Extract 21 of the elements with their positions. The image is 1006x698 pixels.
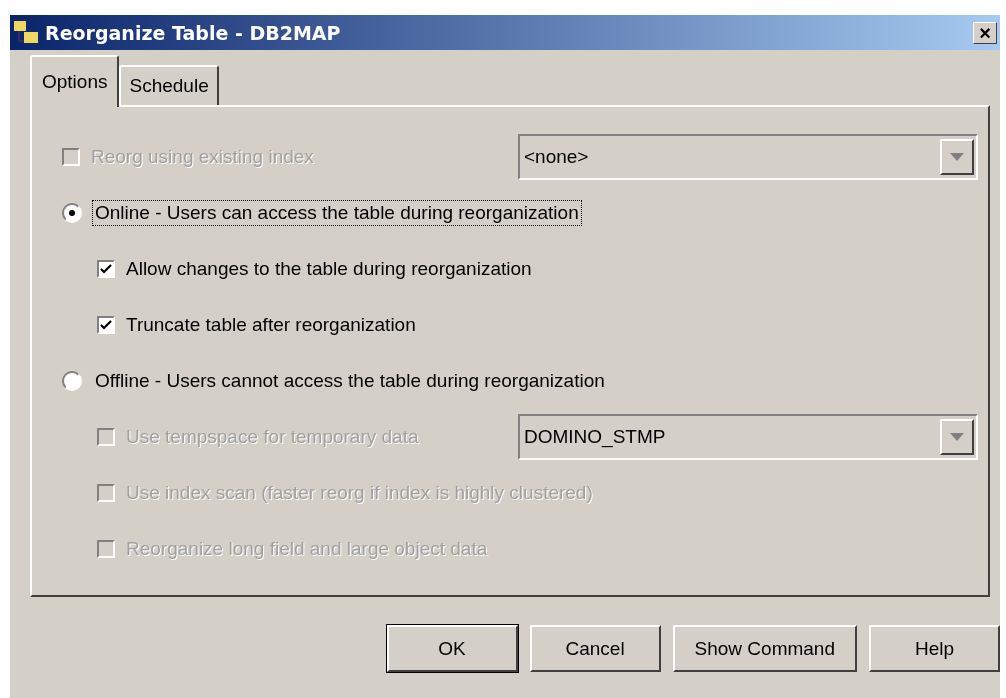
close-button[interactable]: × xyxy=(973,21,997,44)
dialog-button[interactable]: Show Command xyxy=(672,625,857,672)
dialog-button[interactable]: Help xyxy=(869,625,1000,672)
folder-icon xyxy=(13,19,41,46)
tab[interactable]: Schedule xyxy=(119,65,219,105)
check-icon xyxy=(100,263,112,275)
caret-icon xyxy=(950,153,964,161)
check-icon xyxy=(100,319,112,331)
option-label: Online - Users can access the table during reorganization xyxy=(92,200,582,226)
option-label: Truncate table after reorganization xyxy=(125,313,417,337)
radio-button[interactable] xyxy=(62,203,82,223)
dialog-button[interactable]: OK xyxy=(386,625,518,672)
radio-button[interactable] xyxy=(62,371,82,391)
checkbox[interactable] xyxy=(97,316,115,334)
option-label: Allow changes to the table during reorganization xyxy=(125,257,533,281)
checkbox[interactable] xyxy=(97,260,115,278)
caret-icon xyxy=(950,433,964,441)
tab[interactable]: Options xyxy=(30,55,120,107)
dialog-button[interactable]: Cancel xyxy=(529,625,661,672)
option-label: Offline - Users cannot access the table during reorganization xyxy=(94,369,606,393)
window-title: Reorganize Table - DB2MAP xyxy=(45,21,342,44)
